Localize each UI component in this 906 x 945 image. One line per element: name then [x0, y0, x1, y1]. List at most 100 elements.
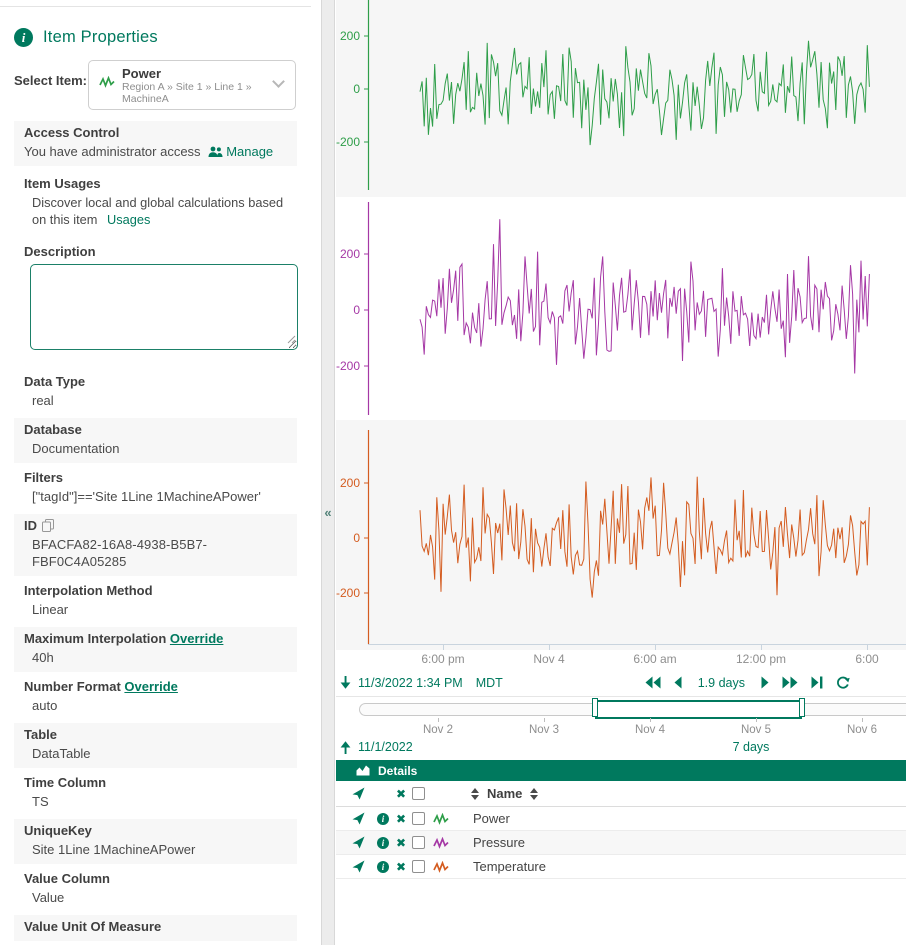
value-column-value: Value [24, 889, 287, 906]
panel-splitter[interactable]: « [321, 0, 335, 945]
signal-icon [433, 861, 449, 873]
signal-icon [99, 76, 115, 88]
display-timezone[interactable]: MDT [476, 676, 503, 690]
pan-far-left-button[interactable] [645, 676, 661, 689]
section-description: Description [14, 240, 297, 358]
investigate-range-start[interactable]: 11/1/2022 [340, 740, 413, 754]
details-header-bar[interactable]: Details [336, 760, 906, 781]
database-title: Database [24, 422, 287, 438]
display-duration-button[interactable]: 1.9 days [698, 676, 745, 690]
slider-date-label: Nov 5 [726, 724, 786, 736]
remove-item-button[interactable]: ✖ [396, 813, 406, 825]
display-start-datetime[interactable]: 11/3/2022 1:34 PM [358, 676, 463, 690]
description-textarea[interactable] [30, 264, 298, 350]
remove-all-button[interactable]: ✖ [396, 788, 406, 800]
section-time-column: Time Column TS [14, 771, 297, 816]
y-axis-tick-label: -200 [336, 359, 360, 373]
collapse-panel-button[interactable]: « [322, 505, 334, 520]
maximum-interpolation-title: Maximum Interpolation Override [24, 631, 287, 647]
details-table: ✖ Name i ✖ [336, 781, 906, 879]
name-column-label[interactable]: Name [487, 786, 522, 801]
item-info-icon[interactable]: i [377, 813, 389, 825]
item-name[interactable]: Temperature [461, 859, 906, 874]
investigate-start-date[interactable]: 11/1/2022 [358, 740, 413, 754]
select-all-checkbox[interactable] [412, 787, 425, 800]
slider-tick [438, 718, 439, 722]
section-value-uom: Value Unit Of Measure [14, 915, 297, 941]
signal-icon [433, 813, 449, 825]
investigate-range-row: 11/1/2022 7 days [336, 740, 906, 754]
auto-update-button[interactable] [836, 676, 850, 690]
trend-view: 2000-200 2000-200 2000-200 6:00 pm Nov 4… [336, 0, 906, 945]
slider-tick [544, 718, 545, 722]
trend-line-power[interactable] [420, 41, 869, 145]
row-checkbox[interactable] [412, 860, 425, 873]
slider-handle-left[interactable] [592, 698, 598, 717]
trend-line-pressure[interactable] [420, 219, 869, 373]
x-axis-tick-label: Nov 4 [509, 652, 589, 666]
pan-far-right-button[interactable] [782, 676, 798, 689]
rocket-icon[interactable] [352, 787, 377, 800]
y-axis-tick-label: 200 [340, 29, 360, 43]
rocket-icon[interactable] [352, 860, 377, 873]
table-title: Table [24, 727, 287, 743]
details-row-pressure[interactable]: i ✖ Pressure [336, 831, 906, 855]
unique-key-value: Site 1Line 1MachineAPower [24, 841, 287, 858]
id-value: BFACFA82-16A8-4938-B5B7-FBF0C4A05285 [24, 536, 287, 570]
item-info-icon[interactable]: i [377, 837, 389, 849]
slider-selection[interactable] [595, 700, 802, 719]
filters-title: Filters [24, 470, 287, 486]
y-axis-tick-label: 0 [353, 531, 360, 545]
row-checkbox[interactable] [412, 812, 425, 825]
remove-item-button[interactable]: ✖ [396, 837, 406, 849]
item-select-dropdown[interactable]: Power Region A » Site 1 » Line 1 » Machi… [88, 60, 296, 110]
override-link[interactable]: Override [170, 631, 223, 646]
section-database: Database Documentation [14, 418, 297, 463]
rocket-icon[interactable] [352, 812, 377, 825]
section-id: ID BFACFA82-16A8-4938-B5B7-FBF0C4A05285 [14, 514, 297, 576]
step-to-end-button[interactable] [811, 676, 823, 689]
remove-item-button[interactable]: ✖ [396, 861, 406, 873]
manage-link[interactable]: Manage [226, 144, 273, 159]
details-row-power[interactable]: i ✖ Power [336, 807, 906, 831]
y-axis-tick-label: 0 [353, 82, 360, 96]
sort-icon[interactable] [471, 788, 479, 800]
rocket-icon[interactable] [352, 836, 377, 849]
number-format-value: auto [24, 697, 287, 714]
display-range-start[interactable]: 11/3/2022 1:34 PM MDT [340, 676, 503, 690]
item-name[interactable]: Pressure [461, 835, 906, 850]
sort-icon[interactable] [530, 788, 538, 800]
investigate-duration-button[interactable]: 7 days [728, 740, 774, 754]
pan-right-button[interactable] [761, 676, 769, 689]
item-name[interactable]: Power [461, 811, 906, 826]
trend-nav-cluster: 1.9 days [645, 676, 850, 690]
trend-lane-pressure[interactable]: 200 0 -200 [336, 197, 906, 420]
usages-link[interactable]: Usages [107, 212, 150, 227]
access-control-text: You have administrator access [24, 144, 201, 159]
value-uom-title: Value Unit Of Measure [24, 919, 287, 935]
access-control-body: You have administrator access Manage [24, 143, 287, 160]
trend-lane-temperature[interactable]: 2000-200 [336, 420, 906, 650]
item-info-icon[interactable]: i [377, 861, 389, 873]
y-axis-tick-label: 0 [353, 303, 360, 317]
y-axis-tick-label: 200 [340, 247, 360, 261]
details-row-temperature[interactable]: i ✖ Temperature [336, 855, 906, 879]
copy-icon[interactable] [42, 519, 54, 532]
selected-item-name: Power [122, 66, 272, 81]
trend-lane-power[interactable]: 2000-200 [336, 0, 906, 197]
name-column-header[interactable]: Name [461, 786, 906, 801]
row-checkbox[interactable] [412, 836, 425, 849]
trend-line-temperature[interactable] [420, 477, 869, 598]
database-value: Documentation [24, 440, 287, 457]
select-item-row: Select Item: Power Region A » Site 1 » L… [14, 60, 311, 110]
details-header-row: ✖ Name [336, 781, 906, 807]
slider-date-label: Nov 6 [832, 724, 892, 736]
id-title: ID [24, 518, 287, 534]
item-usages-title: Item Usages [24, 176, 287, 192]
slider-handle-right[interactable] [799, 698, 805, 717]
section-interpolation-method: Interpolation Method Linear [14, 579, 297, 624]
pan-left-button[interactable] [674, 676, 682, 689]
override-link[interactable]: Override [124, 679, 177, 694]
section-data-type: Data Type real [14, 370, 297, 415]
time-column-title: Time Column [24, 775, 287, 791]
